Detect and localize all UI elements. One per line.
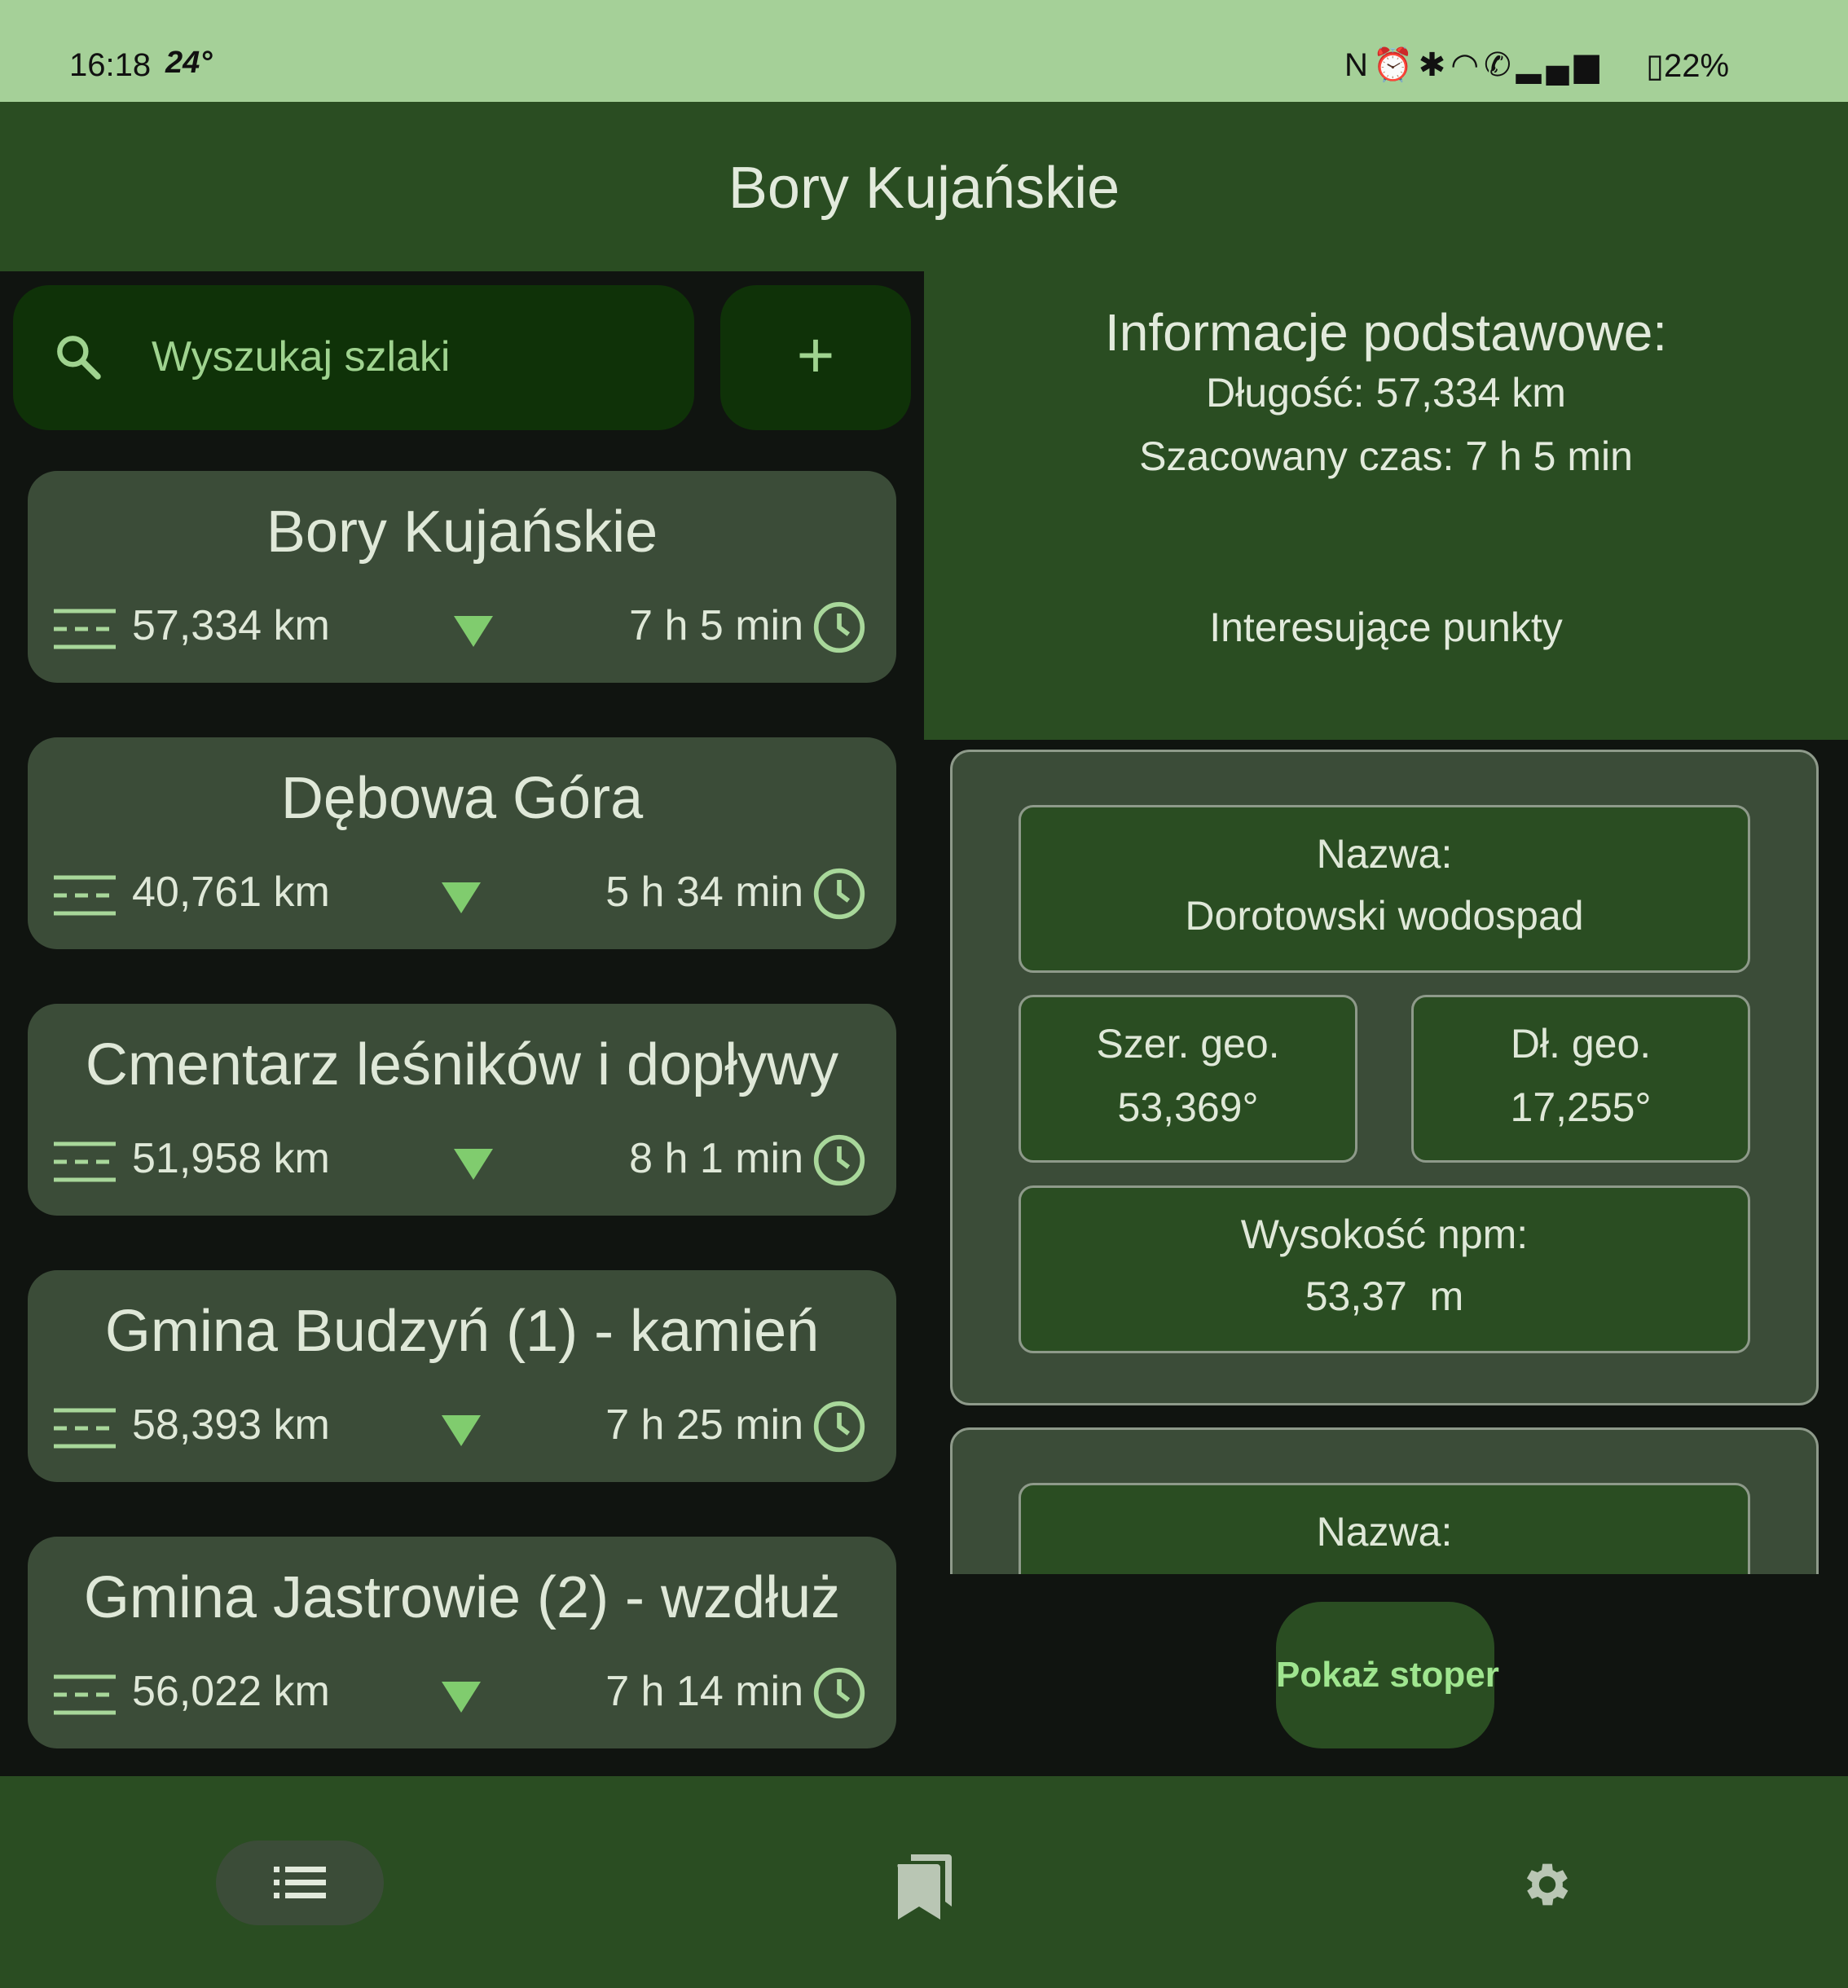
signal-icon: ▂▄▆ xyxy=(1516,47,1604,83)
poi-altitude-label: Wysokość npm: xyxy=(1240,1212,1529,1257)
poi-longitude-box: Dł. geo. 17,255° xyxy=(1411,995,1750,1163)
add-trail-button[interactable]: + xyxy=(720,285,911,430)
poi-latitude-label: Szer. geo. xyxy=(1096,1021,1280,1067)
trail-card[interactable]: Cmentarz leśników i dopływy 51,958 km 8 … xyxy=(28,1004,896,1216)
expand-arrow-icon[interactable] xyxy=(454,1149,493,1180)
nav-item-trail-list[interactable] xyxy=(216,1841,384,1925)
clock-icon xyxy=(812,866,867,926)
search-bar[interactable] xyxy=(13,285,694,430)
trail-name: Dębowa Góra xyxy=(280,766,644,831)
trail-card[interactable]: Gmina Budzyń (1) - kamień 58,393 km 7 h … xyxy=(28,1270,896,1482)
trail-name: Gmina Budzyń (1) - kamień xyxy=(104,1299,820,1364)
poi-altitude-box: Wysokość npm: 53,37 m xyxy=(1019,1185,1750,1353)
poi-longitude-label: Dł. geo. xyxy=(1510,1021,1652,1067)
nfc-icon: N xyxy=(1344,47,1373,83)
poi-name-box: Nazwa: xyxy=(1019,1483,1750,1574)
info-heading: Informacje podstawowe: xyxy=(1104,303,1668,362)
clock-icon xyxy=(812,1665,867,1725)
trail-name: Cmentarz leśników i dopływy xyxy=(85,1032,839,1097)
poi-latitude: 53,369° xyxy=(1117,1084,1259,1130)
trail-time: 7 h 5 min xyxy=(629,602,803,649)
clock-icon xyxy=(812,1399,867,1458)
distance-icon xyxy=(52,1674,117,1720)
bottom-navigation xyxy=(0,1776,1848,1988)
show-stopwatch-button[interactable]: Pokaż stoper xyxy=(1276,1602,1499,1748)
poi-card: Nazwa: Dorotowski wodospad Szer. geo. 53… xyxy=(950,750,1819,1405)
trail-card[interactable]: Gmina Jastrowie (2) - wzdłuż 56,022 km 7… xyxy=(28,1537,896,1748)
status-time: 16:18 xyxy=(69,47,152,83)
trail-time: 8 h 1 min xyxy=(629,1135,803,1182)
poi-name-label: Nazwa: xyxy=(1316,1509,1453,1555)
wifi-call-icon: ✆ xyxy=(1484,47,1516,83)
status-bar: 16:18 24° N⏰✱◠✆▂▄▆ ▯22% xyxy=(0,0,1848,102)
poi-list[interactable]: Nazwa: Dorotowski wodospad Szer. geo. 53… xyxy=(950,750,1822,1574)
bluetooth-icon: ✱ xyxy=(1418,47,1451,83)
clock-icon xyxy=(812,1133,867,1192)
trail-length: 56,022 km xyxy=(132,1668,330,1715)
distance-icon xyxy=(52,874,117,921)
gear-icon[interactable] xyxy=(1519,1856,1576,1917)
poi-name: Dorotowski wodospad xyxy=(1185,893,1584,939)
alarm-icon: ⏰ xyxy=(1372,47,1419,83)
trail-time: 7 h 25 min xyxy=(605,1401,803,1449)
battery-icon: ▯ xyxy=(1646,48,1665,84)
status-icons: N⏰✱◠✆▂▄▆ xyxy=(1344,46,1604,84)
trail-time: 7 h 14 min xyxy=(605,1668,803,1715)
trail-card[interactable]: Bory Kujańskie 57,334 km 7 h 5 min xyxy=(28,471,896,683)
expand-arrow-icon[interactable] xyxy=(442,882,481,913)
info-length: Długość: 57,334 km xyxy=(1206,370,1566,416)
distance-icon xyxy=(52,1407,117,1454)
distance-icon xyxy=(52,608,117,654)
poi-longitude: 17,255° xyxy=(1510,1084,1652,1130)
expand-arrow-icon[interactable] xyxy=(454,616,493,647)
poi-altitude: 53,37 m xyxy=(1305,1273,1464,1319)
search-icon xyxy=(52,331,104,387)
poi-latitude-box: Szer. geo. 53,369° xyxy=(1019,995,1357,1163)
search-input[interactable] xyxy=(150,328,658,386)
distance-icon xyxy=(52,1141,117,1187)
trail-card[interactable]: Dębowa Góra 40,761 km 5 h 34 min xyxy=(28,737,896,949)
status-temperature: 24° xyxy=(165,46,213,80)
trail-time: 5 h 34 min xyxy=(605,869,803,916)
trail-name: Gmina Jastrowie (2) - wzdłuż xyxy=(83,1565,841,1630)
wifi-icon: ◠ xyxy=(1450,47,1485,83)
expand-arrow-icon[interactable] xyxy=(442,1682,481,1713)
poi-name-label: Nazwa: xyxy=(1316,831,1453,877)
page-title: Bory Kujańskie xyxy=(728,156,1120,221)
poi-heading: Interesujące punkty xyxy=(1209,605,1563,650)
info-estimated-time: Szacowany czas: 7 h 5 min xyxy=(1139,433,1633,479)
trail-length: 40,761 km xyxy=(132,869,330,916)
expand-arrow-icon[interactable] xyxy=(442,1415,481,1446)
poi-card: Nazwa: xyxy=(950,1427,1819,1574)
app-bar: Bory Kujańskie xyxy=(0,102,1848,271)
battery-level: ▯22% xyxy=(1646,47,1729,85)
battery-percent: 22% xyxy=(1664,48,1730,84)
trail-length: 57,334 km xyxy=(132,602,330,649)
trail-length: 51,958 km xyxy=(132,1135,330,1182)
bookmarks-icon[interactable] xyxy=(895,1854,952,1924)
trail-name: Bory Kujańskie xyxy=(266,499,658,565)
trail-length: 58,393 km xyxy=(132,1401,330,1449)
trail-info-panel: Informacje podstawowe: Długość: 57,334 k… xyxy=(924,271,1848,740)
clock-icon xyxy=(812,600,867,659)
poi-name-box: Nazwa: Dorotowski wodospad xyxy=(1019,805,1750,973)
